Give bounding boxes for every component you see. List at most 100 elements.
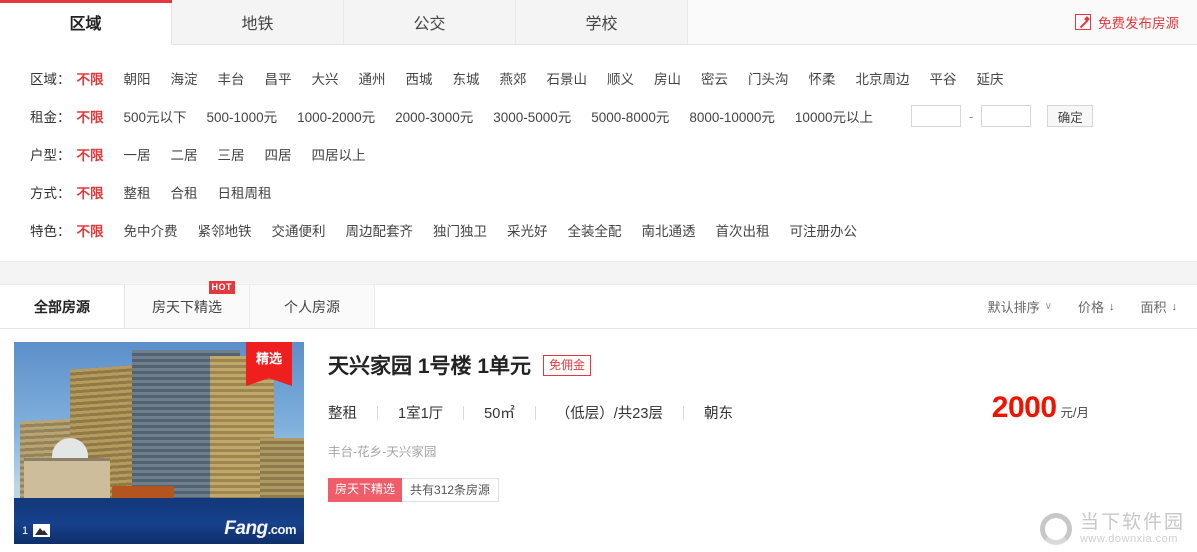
filter-layout-option-0[interactable]: 不限	[77, 144, 104, 164]
sort-area[interactable]: 面积 ↓	[1140, 297, 1177, 316]
listing-thumbnail[interactable]: 精选 1 Fang.com	[14, 342, 304, 544]
sort-price-label: 价格	[1077, 300, 1104, 315]
filter-mode-option-2[interactable]: 合租	[171, 182, 198, 202]
filter-label-feature: 特色：	[30, 224, 71, 239]
sort-area-label: 面积	[1140, 300, 1167, 315]
filter-rent-option-3[interactable]: 1000-2000元	[297, 106, 375, 126]
filter-region-option-6[interactable]: 通州	[359, 68, 386, 88]
filter-rent-option-8[interactable]: 10000元以上	[795, 106, 873, 126]
filter-region-option-1[interactable]: 朝阳	[124, 68, 151, 88]
filter-rent-option-1[interactable]: 500元以下	[124, 106, 187, 126]
rent-min-input[interactable]	[910, 105, 961, 127]
arrow-down-icon: ↓	[1108, 300, 1115, 313]
sort-default[interactable]: 默认排序 ∨	[988, 297, 1052, 316]
filter-feature-option-2[interactable]: 紧邻地铁	[198, 220, 252, 240]
rent-range-separator: -	[968, 108, 974, 124]
filter-feature-option-8[interactable]: 南北通透	[642, 220, 696, 240]
filter-region-option-10[interactable]: 石景山	[547, 68, 588, 88]
tab-region-label: 区域	[69, 16, 102, 33]
filter-layout-option-3[interactable]: 三居	[218, 144, 245, 164]
filter-rent-option-4[interactable]: 2000-3000元	[395, 106, 473, 126]
filter-region-option-15[interactable]: 怀柔	[809, 68, 836, 88]
filter-rent-option-7[interactable]: 8000-10000元	[689, 106, 775, 126]
fang-watermark-suffix: .com	[267, 522, 297, 537]
filter-region-option-11[interactable]: 顺义	[607, 68, 634, 88]
filter-feature-option-10[interactable]: 可注册办公	[790, 220, 858, 240]
filter-region-option-14[interactable]: 门头沟	[748, 68, 789, 88]
listing-meta-rent-type: 整租	[328, 406, 357, 422]
filter-feature-option-9[interactable]: 首次出租	[716, 220, 770, 240]
filter-rent-option-2[interactable]: 500-1000元	[207, 106, 278, 126]
filter-feature-option-4[interactable]: 周边配套齐	[346, 220, 414, 240]
filter-region-option-13[interactable]: 密云	[701, 68, 728, 88]
filter-region-option-17[interactable]: 平谷	[930, 68, 957, 88]
filter-region-option-2[interactable]: 海淀	[171, 68, 198, 88]
filter-layout-option-2[interactable]: 二居	[171, 144, 198, 164]
filter-region-option-18[interactable]: 延庆	[977, 68, 1004, 88]
filter-rent-option-0[interactable]: 不限	[77, 106, 104, 126]
tab-all-listings-label: 全部房源	[34, 298, 90, 315]
meta-separator	[534, 405, 536, 420]
featured-tag: 房天下精选	[328, 478, 403, 502]
listing-meta-area: 50㎡	[484, 406, 515, 422]
filter-layout-option-4[interactable]: 四居	[265, 144, 292, 164]
filter-feature-option-1[interactable]: 免中介费	[124, 220, 178, 240]
listing-count-tag[interactable]: 共有312条房源	[402, 478, 500, 502]
listing-title[interactable]: 天兴家园 1号楼 1单元	[328, 350, 531, 380]
listing-item: 精选 1 Fang.com 天兴家园 1号楼 1单元 免佣金 整租 1室1厅 5…	[0, 329, 1197, 544]
listing-info: 天兴家园 1号楼 1单元 免佣金 整租 1室1厅 50㎡ （低层）/共23层 朝…	[304, 342, 1197, 544]
filter-region-option-16[interactable]: 北京周边	[856, 68, 910, 88]
filter-feature-option-5[interactable]: 独门独卫	[433, 220, 487, 240]
publish-listing-link[interactable]: 免费发布房源	[1075, 0, 1197, 44]
filter-panel: 区域： 不限 朝阳 海淀 丰台 昌平 大兴 通州 西城 东城 燕郊 石景山 顺义…	[0, 45, 1197, 261]
filter-region-option-7[interactable]: 西城	[406, 68, 433, 88]
rent-confirm-button[interactable]: 确定	[1047, 105, 1094, 127]
listing-meta-orientation: 朝东	[703, 406, 733, 422]
channel-tab-bar: 区域 地铁 公交 学校 免费发布房源	[0, 0, 1197, 45]
filter-region-option-5[interactable]: 大兴	[312, 68, 339, 88]
tab-subway[interactable]: 地铁	[172, 0, 344, 44]
filter-region-option-9[interactable]: 燕郊	[500, 68, 527, 88]
filter-label-mode: 方式：	[30, 186, 71, 201]
filter-layout-option-5[interactable]: 四居以上	[312, 144, 366, 164]
publish-listing-label: 免费发布房源	[1098, 16, 1179, 31]
filter-region-option-8[interactable]: 东城	[453, 68, 480, 88]
filter-label-layout: 户型：	[30, 148, 71, 163]
tab-bus-label: 公交	[413, 16, 446, 33]
filter-region-option-0[interactable]: 不限	[77, 68, 104, 88]
listing-address[interactable]: 丰台-花乡-天兴家园	[328, 441, 1197, 460]
sort-default-label: 默认排序	[987, 300, 1040, 315]
filter-rent-option-5[interactable]: 3000-5000元	[493, 106, 571, 126]
topbar-spacer	[688, 0, 1075, 44]
listing-price-unit: 元/月	[1060, 406, 1089, 420]
chevron-down-icon: ∨	[1044, 301, 1052, 312]
tab-all-listings[interactable]: 全部房源	[0, 285, 125, 328]
filter-region-option-12[interactable]: 房山	[654, 68, 681, 88]
filter-feature-option-7[interactable]: 全装全配	[568, 220, 622, 240]
filter-mode-option-3[interactable]: 日租周租	[218, 182, 272, 202]
tab-featured-listings[interactable]: 房天下精选 HOT	[125, 281, 250, 328]
listing-tab-bar: 全部房源 房天下精选 HOT 个人房源 默认排序 ∨ 价格 ↓ 面积 ↓	[0, 281, 1197, 329]
sort-price[interactable]: 价格 ↓	[1078, 297, 1115, 316]
no-commission-badge: 免佣金	[543, 354, 592, 376]
tab-personal-listings[interactable]: 个人房源	[250, 285, 375, 328]
filter-feature-option-0[interactable]: 不限	[77, 220, 104, 240]
filter-row-feature: 特色： 不限 免中介费 紧邻地铁 交通便利 周边配套齐 独门独卫 采光好 全装全…	[0, 211, 1197, 249]
tab-region[interactable]: 区域	[0, 0, 172, 45]
filter-region-option-3[interactable]: 丰台	[218, 68, 245, 88]
tab-school[interactable]: 学校	[516, 0, 688, 44]
filter-mode-option-1[interactable]: 整租	[124, 182, 151, 202]
listing-meta-rooms: 1室1厅	[398, 406, 444, 422]
filter-rent-option-6[interactable]: 5000-8000元	[591, 106, 669, 126]
filter-feature-option-6[interactable]: 采光好	[507, 220, 548, 240]
tab-subway-label: 地铁	[241, 16, 274, 33]
filter-region-option-4[interactable]: 昌平	[265, 68, 292, 88]
filter-layout-option-1[interactable]: 一居	[124, 144, 151, 164]
filter-feature-option-3[interactable]: 交通便利	[272, 220, 326, 240]
filter-mode-option-0[interactable]: 不限	[77, 182, 104, 202]
rent-max-input[interactable]	[981, 105, 1032, 127]
listing-price: 2000 元/月	[992, 391, 1089, 425]
rent-range-inputs: - 确定	[910, 105, 1094, 127]
tab-bus[interactable]: 公交	[344, 0, 516, 44]
filter-row-mode: 方式： 不限 整租 合租 日租周租	[0, 173, 1197, 211]
